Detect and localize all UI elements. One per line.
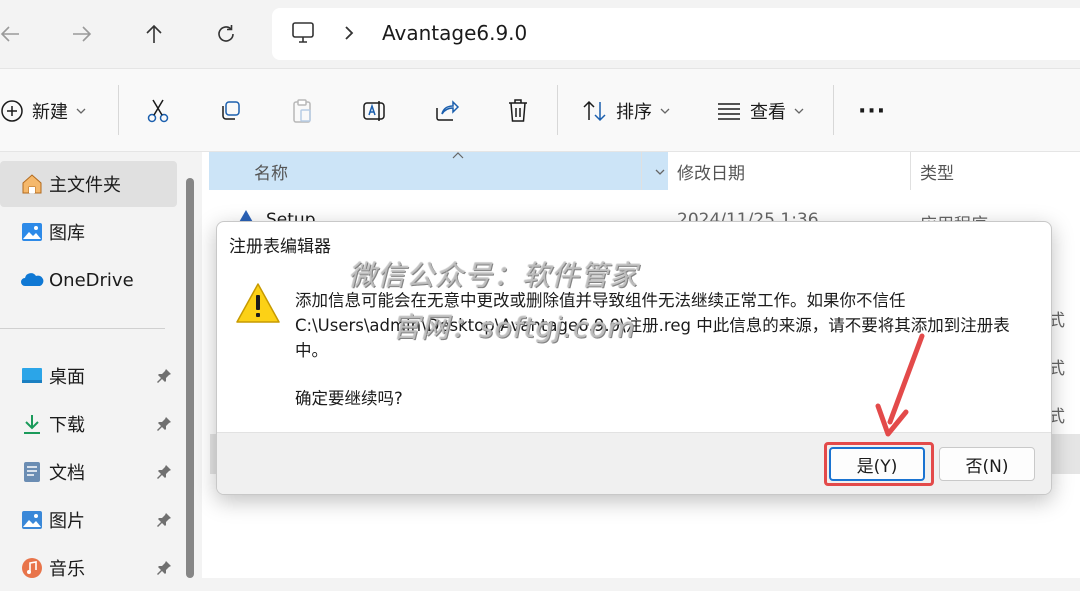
pin-icon[interactable] <box>156 464 172 480</box>
more-options-icon: ··· <box>858 98 887 124</box>
sidebar-item-label: 下载 <box>49 415 85 436</box>
chevron-down-icon <box>794 108 804 114</box>
sidebar-item-label: 文档 <box>49 463 85 484</box>
sort-label: 排序 <box>616 102 652 123</box>
pin-icon[interactable] <box>156 368 172 384</box>
sort-ascending-icon <box>452 152 464 159</box>
chevron-right-icon[interactable] <box>342 24 356 42</box>
plus-circle-icon <box>1 100 23 122</box>
watermark-text: 微信公众号：软件管家 <box>348 259 639 292</box>
this-pc-icon <box>292 22 314 43</box>
gallery-icon <box>22 223 42 241</box>
music-icon <box>22 558 42 578</box>
copy-button[interactable] <box>218 95 242 127</box>
new-button[interactable]: 新建 <box>0 95 86 127</box>
column-header-modified[interactable]: 修改日期 <box>677 152 745 190</box>
back-arrow-icon <box>0 26 19 42</box>
column-header-label: 修改日期 <box>677 163 745 184</box>
toolbar-divider <box>118 85 119 135</box>
highlight-annotation-box <box>824 442 934 486</box>
more-options-button[interactable]: ··· <box>858 95 886 127</box>
cut-button[interactable] <box>146 95 170 127</box>
toolbar-divider <box>833 85 834 135</box>
column-header-name[interactable]: 名称 <box>209 152 668 190</box>
refresh-icon <box>218 25 234 42</box>
warning-icon <box>236 283 280 323</box>
sort-button[interactable]: 排序 <box>582 95 670 127</box>
copy-icon <box>222 101 240 120</box>
refresh-button[interactable] <box>206 14 246 54</box>
sidebar-item-gallery[interactable]: 图库 <box>0 209 177 255</box>
list-view-icon <box>718 103 740 120</box>
view-button[interactable]: 查看 <box>716 95 804 127</box>
sidebar-item-music[interactable]: 音乐 <box>0 545 177 591</box>
column-divider[interactable] <box>641 152 642 190</box>
pin-icon[interactable] <box>156 416 172 432</box>
delete-button[interactable] <box>506 95 530 127</box>
sidebar-item-downloads[interactable]: 下载 <box>0 401 177 447</box>
up-arrow-icon <box>146 24 162 43</box>
clipboard-icon <box>293 99 311 123</box>
chevron-down-icon[interactable] <box>655 168 665 176</box>
pin-icon[interactable] <box>156 512 172 528</box>
sidebar-item-label: OneDrive <box>49 269 134 291</box>
chevron-down-icon <box>660 108 670 114</box>
up-button[interactable] <box>134 14 174 54</box>
download-icon <box>24 415 40 434</box>
sidebar-item-label: 桌面 <box>49 367 85 388</box>
address-path[interactable]: Avantage6.9.0 <box>382 21 527 45</box>
sidebar-item-onedrive[interactable]: OneDrive <box>0 257 177 303</box>
rename-button[interactable] <box>362 95 388 127</box>
desktop-icon <box>22 368 42 383</box>
trash-icon <box>509 99 527 122</box>
sidebar-item-label: 音乐 <box>49 559 85 580</box>
forward-arrow-icon <box>73 26 92 42</box>
new-label: 新建 <box>32 102 68 123</box>
watermark-text: 官网：softgj.com <box>392 311 636 344</box>
sidebar-item-label: 图片 <box>49 511 85 532</box>
annotation-arrow-icon <box>875 333 925 437</box>
sidebar-item-home[interactable]: 主文件夹 <box>0 161 177 207</box>
chevron-down-icon <box>76 108 86 114</box>
toolbar-divider <box>557 85 558 135</box>
sidebar-scrollbar-thumb[interactable] <box>186 178 194 578</box>
forward-button[interactable] <box>62 14 102 54</box>
share-icon <box>436 100 460 121</box>
column-divider[interactable] <box>910 152 911 190</box>
column-header-label: 类型 <box>920 163 954 184</box>
sidebar-item-documents[interactable]: 文档 <box>0 449 177 495</box>
onedrive-icon <box>21 273 44 286</box>
dialog-confirm-question: 确定要继续吗? <box>295 389 403 408</box>
document-icon <box>24 462 40 482</box>
navigation-pane: 主文件夹 图库 OneDrive 桌面 下载 文档 图片 音乐 <box>0 152 180 580</box>
rename-icon <box>363 101 385 121</box>
sidebar-item-desktop[interactable]: 桌面 <box>0 353 177 399</box>
address-bar[interactable]: Avantage6.9.0 <box>272 8 1080 60</box>
no-button[interactable]: 否(N) <box>939 447 1035 481</box>
paste-button[interactable] <box>290 95 314 127</box>
view-label: 查看 <box>750 102 786 123</box>
pictures-icon <box>22 511 42 529</box>
sidebar-item-pictures[interactable]: 图片 <box>0 497 177 543</box>
command-bar: 新建 排序 查看 ··· <box>0 68 1080 152</box>
sidebar-item-label: 主文件夹 <box>49 175 121 196</box>
column-header-label: 名称 <box>254 163 288 184</box>
sort-icon <box>583 100 606 122</box>
share-button[interactable] <box>434 95 460 127</box>
column-header-type[interactable]: 类型 <box>920 152 954 190</box>
scissors-icon <box>147 99 169 123</box>
home-icon <box>22 174 42 194</box>
pin-icon[interactable] <box>156 560 172 576</box>
sidebar-divider <box>0 328 165 329</box>
navigation-bar: Avantage6.9.0 <box>0 0 1080 68</box>
sidebar-item-label: 图库 <box>49 223 85 244</box>
back-button[interactable] <box>0 14 30 54</box>
dialog-title: 注册表编辑器 <box>229 237 331 257</box>
